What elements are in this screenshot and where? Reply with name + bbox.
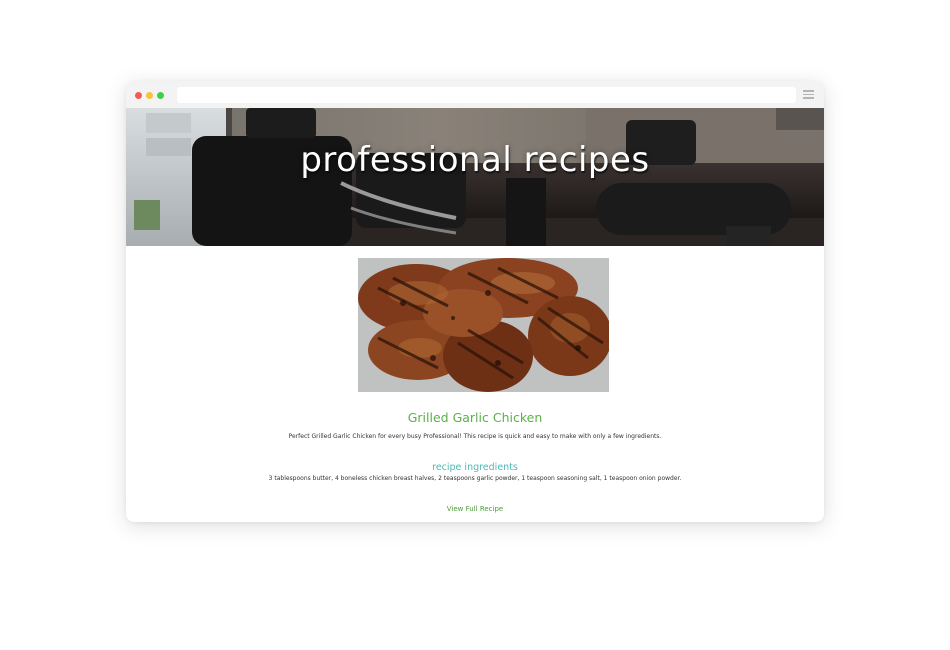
recipe-title: Grilled Garlic Chicken [407, 410, 543, 425]
minimize-window-button[interactable] [146, 92, 153, 99]
maximize-window-button[interactable] [157, 92, 164, 99]
ingredients-heading: recipe ingredients [432, 462, 518, 473]
hero-banner: professional recipes [126, 108, 824, 246]
address-bar[interactable] [177, 87, 796, 103]
hero-title: professional recipes [300, 140, 650, 180]
ingredients-list: 3 tablespoons butter, 4 boneless chicken… [268, 475, 682, 482]
browser-toolbar [126, 81, 824, 108]
browser-window: professional recipes Grilled Garlic Chic… [126, 81, 824, 522]
close-window-button[interactable] [135, 92, 142, 99]
grilled-chicken-image [358, 258, 609, 392]
hamburger-menu-icon[interactable] [803, 90, 814, 99]
view-full-recipe-link[interactable]: View Full Recipe [126, 505, 824, 513]
recipe-description: Perfect Grilled Garlic Chicken for every… [288, 433, 662, 440]
